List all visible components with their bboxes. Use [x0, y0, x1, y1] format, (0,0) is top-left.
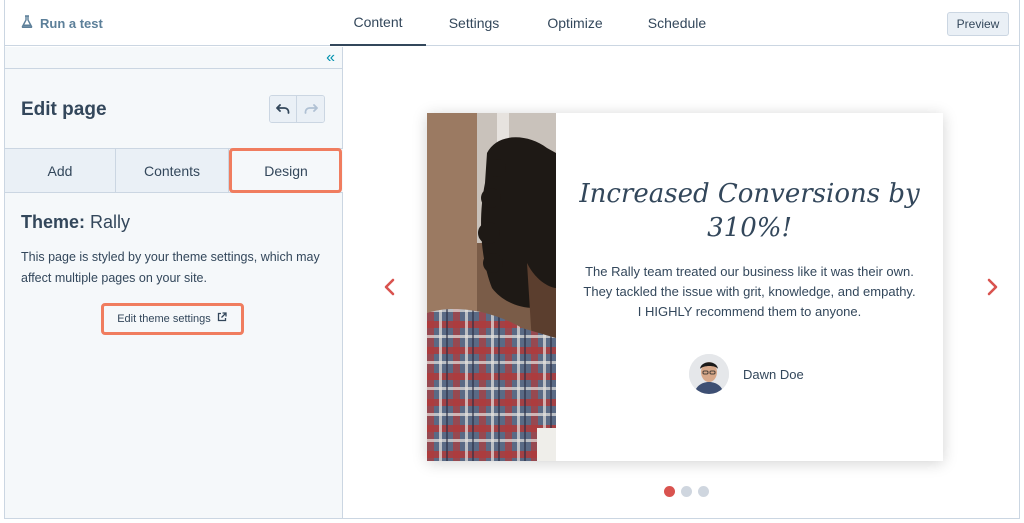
testimonial-author: Dawn Doe — [689, 354, 804, 394]
theme-heading: Theme: Rally — [21, 212, 130, 233]
testimonial-headline: Increased Conversions by 310%! — [579, 179, 920, 243]
theme-description: This page is styled by your theme settin… — [21, 250, 320, 285]
sidebar: « Edit page Add Contents Design Theme: R… — [5, 47, 343, 518]
carousel-prev-button[interactable] — [370, 267, 410, 307]
chevron-left-icon — [384, 278, 395, 296]
run-a-test-label: Run a test — [40, 15, 103, 31]
avatar — [689, 354, 729, 394]
testimonial-photo — [427, 113, 556, 461]
redo-button[interactable] — [297, 96, 324, 122]
tab-optimize[interactable]: Optimize — [522, 0, 628, 46]
sidebar-tab-contents[interactable]: Contents — [116, 149, 229, 192]
carousel-pagination — [664, 486, 709, 497]
carousel-dot[interactable] — [681, 486, 692, 497]
sidebar-collapse-row: « — [5, 47, 343, 69]
chevron-right-icon — [987, 278, 998, 296]
testimonial-card[interactable]: Increased Conversions by 310%! The Rally… — [427, 113, 943, 461]
tab-schedule[interactable]: Schedule — [628, 0, 726, 46]
flask-icon — [21, 15, 33, 31]
collapse-sidebar-icon[interactable]: « — [326, 49, 335, 67]
undo-redo-group — [269, 95, 325, 123]
editor-window: Run a test Content Settings Optimize Sch… — [4, 0, 1020, 519]
run-a-test-link[interactable]: Run a test — [21, 15, 103, 31]
carousel-next-button[interactable] — [972, 267, 1012, 307]
sidebar-tabs: Add Contents Design — [5, 148, 343, 193]
tab-settings[interactable]: Settings — [426, 0, 522, 46]
edit-theme-settings-button[interactable]: Edit theme settings — [101, 303, 243, 334]
preview-button[interactable]: Preview — [947, 12, 1009, 36]
carousel-dot[interactable] — [698, 486, 709, 497]
top-bar: Run a test Content Settings Optimize Sch… — [5, 0, 1019, 46]
undo-button[interactable] — [270, 96, 298, 122]
tab-content[interactable]: Content — [330, 0, 426, 46]
page-title: Edit page — [21, 99, 107, 120]
sidebar-tab-design[interactable]: Design — [229, 149, 343, 192]
testimonial-content: Increased Conversions by 310%! The Rally… — [556, 113, 943, 461]
sidebar-tab-add[interactable]: Add — [5, 149, 116, 192]
theme-name: Rally — [90, 212, 131, 232]
editor-tabs: Content Settings Optimize Schedule — [330, 0, 726, 46]
theme-prefix: Theme: — [21, 212, 86, 232]
author-name: Dawn Doe — [743, 366, 804, 382]
testimonial-quote: The Rally team treated our business like… — [583, 264, 916, 319]
page-preview-canvas: Increased Conversions by 310%! The Rally… — [344, 47, 1019, 518]
redo-icon — [304, 104, 318, 114]
undo-icon — [276, 104, 290, 114]
edit-theme-settings-label: Edit theme settings — [117, 312, 211, 325]
external-link-icon — [217, 312, 227, 325]
carousel-dot[interactable] — [664, 486, 675, 497]
